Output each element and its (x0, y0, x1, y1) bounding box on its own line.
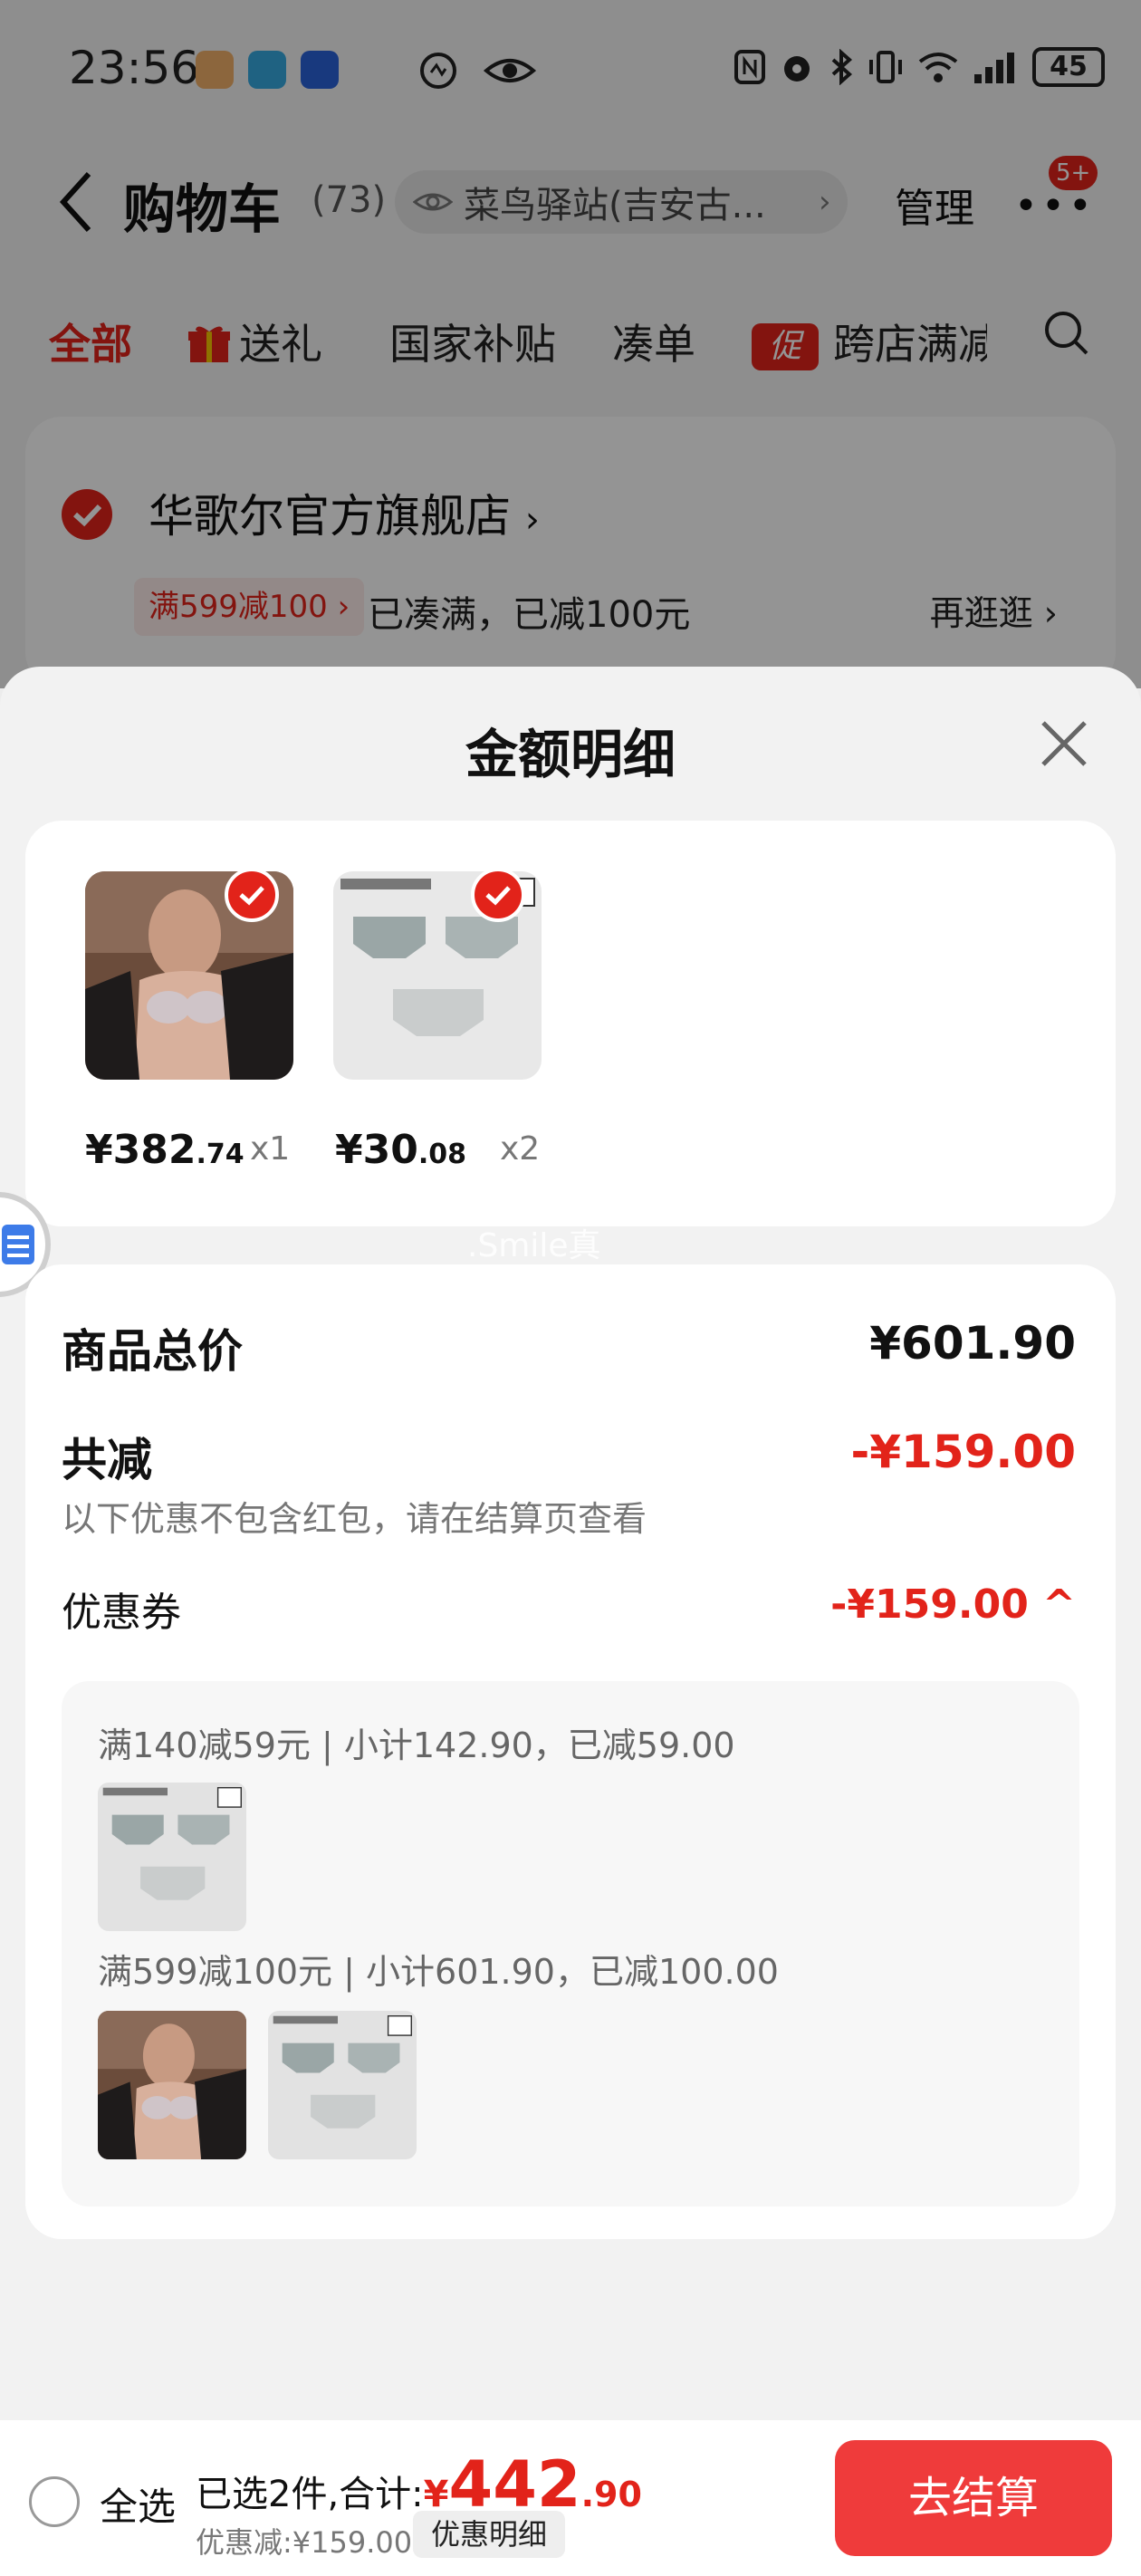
product-selected-check (471, 868, 525, 922)
product-price-dec: .08 (417, 1139, 467, 1170)
total-currency: ¥ (423, 2474, 449, 2515)
sheet-title: 金额明细 (465, 724, 676, 785)
coupon-rule: 满599减100元 | 小计601.90，已减100.00 (98, 1952, 779, 1992)
product-quantity: x2 (500, 1130, 541, 1168)
discount-total-value: -¥159.00 (850, 1426, 1077, 1478)
select-all-label[interactable]: 全选 (100, 2476, 176, 2532)
coupon-rule: 满140减59元 | 小计142.90，已减59.00 (98, 1725, 735, 1765)
product-price: ¥382.74 (85, 1127, 244, 1173)
coupon-product-thumbnail (98, 2011, 246, 2159)
selected-count-text: 已选2件,合计: (196, 2474, 424, 2515)
discount-total-label: 共减 (62, 1434, 152, 1486)
discount-amount: 优惠减:¥159.00 (196, 2525, 413, 2560)
checkout-bar: 全选 已选2件,合计:¥442.90 优惠减:¥159.00 优惠明细 去结算 (0, 2420, 1141, 2576)
product-price: ¥30.08 (335, 1127, 466, 1173)
product-price-dec: .74 (196, 1139, 244, 1170)
product-price-int: ¥30 (335, 1127, 418, 1173)
product-selected-check (225, 868, 279, 922)
discount-note: 以下优惠不包含红包，请在结算页查看 (62, 1499, 647, 1539)
total-price-value: ¥601.90 (869, 1317, 1076, 1370)
selected-products-card: ¥382.74 x1 ¥30.08 x2 (25, 821, 1116, 1226)
total-amount-dec: .90 (580, 2475, 642, 2514)
checkmark-icon (239, 886, 264, 906)
product-image (98, 2011, 246, 2159)
coupon-details: 满140减59元 | 小计142.90，已减59.00 满599减100元 | … (62, 1681, 1079, 2206)
amount-summary-card: 商品总价 ¥601.90 共减 -¥159.00 以下优惠不包含红包，请在结算页… (25, 1264, 1116, 2239)
product-price-int: ¥382 (85, 1127, 197, 1173)
amount-detail-sheet: 金额明细 ¥382.74 x1 ¥30.08 x2 .Smile真 商品总价 ¥… (0, 667, 1141, 2576)
total-price-label: 商品总价 (62, 1325, 243, 1378)
watermark: .Smile真 (467, 1227, 601, 1264)
product-quantity: x1 (250, 1130, 291, 1168)
coupon-product-thumbnail (98, 1783, 246, 1931)
coupon-toggle[interactable]: -¥159.00 ^ (830, 1581, 1076, 1628)
product-image (98, 1783, 246, 1931)
close-icon[interactable] (1032, 712, 1096, 775)
discount-detail-button[interactable]: 优惠明细 (413, 2511, 566, 2558)
coupon-product-thumbnail (268, 2011, 417, 2159)
coupon-label: 优惠券 (62, 1590, 181, 1636)
select-all-checkbox[interactable] (29, 2476, 80, 2527)
product-image (268, 2011, 417, 2159)
checkmark-icon (485, 886, 511, 906)
checkout-button[interactable]: 去结算 (835, 2440, 1112, 2556)
modal-overlay[interactable] (0, 0, 1141, 688)
